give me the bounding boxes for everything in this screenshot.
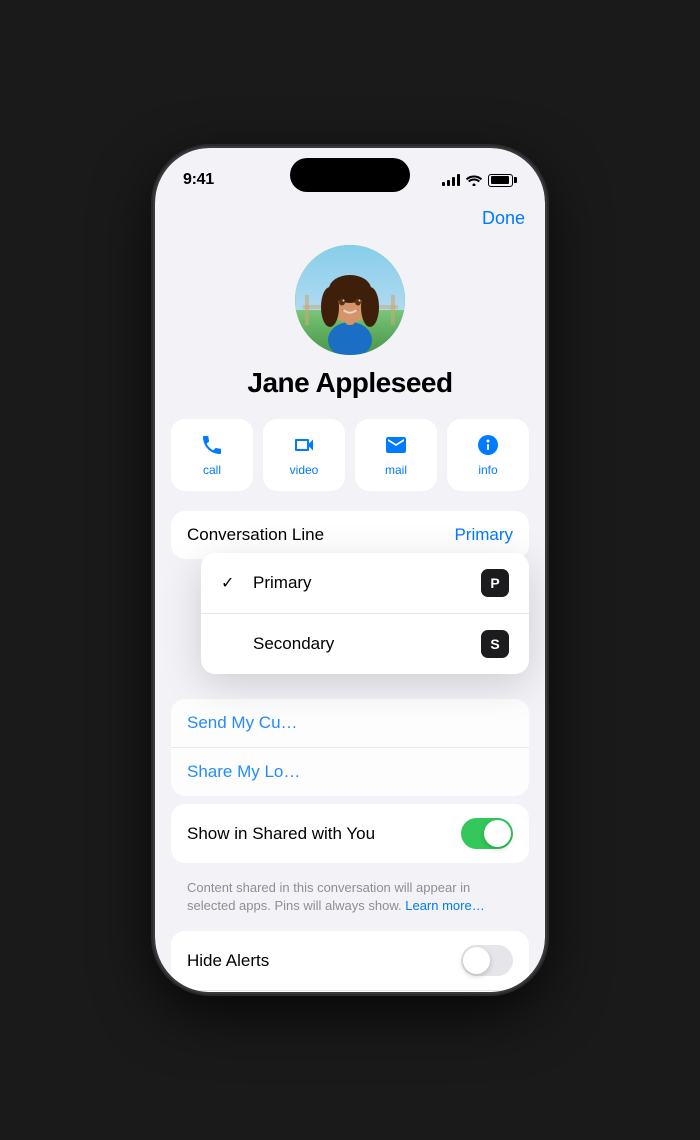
signal-icon xyxy=(442,174,460,186)
conversation-line-dropdown: ✓ Primary P ✓ Secondary xyxy=(201,553,529,674)
hide-alerts-label: Hide Alerts xyxy=(187,951,269,971)
video-icon xyxy=(292,433,316,457)
call-label: call xyxy=(203,463,221,477)
bottom-settings-group: Hide Alerts Send Read Receipts Share Foc… xyxy=(171,931,529,992)
helper-text: Content shared in this conversation will… xyxy=(171,871,529,931)
action-buttons-row: call video mail xyxy=(171,419,529,491)
content-area: Done xyxy=(155,198,545,992)
screen: 9:41 xyxy=(155,148,545,992)
dropdown-primary-item[interactable]: ✓ Primary P xyxy=(201,553,529,614)
video-label: video xyxy=(290,463,319,477)
hide-alerts-toggle[interactable] xyxy=(461,945,513,976)
video-button[interactable]: video xyxy=(263,419,345,491)
phone-frame: 9:41 xyxy=(155,148,545,992)
primary-label: Primary xyxy=(253,573,312,593)
secondary-label: Secondary xyxy=(253,634,334,654)
status-icons xyxy=(442,174,517,187)
status-time: 9:41 xyxy=(183,171,214,189)
avatar-section: Jane Appleseed xyxy=(171,245,529,399)
shared-with-you-toggle[interactable] xyxy=(461,818,513,849)
mail-icon xyxy=(384,433,408,457)
info-label: info xyxy=(478,463,497,477)
done-button-row: Done xyxy=(171,198,529,245)
send-card-row[interactable]: Send My Cu… xyxy=(171,699,529,748)
mail-button[interactable]: mail xyxy=(355,419,437,491)
primary-badge: P xyxy=(481,569,509,597)
battery-icon xyxy=(488,174,517,187)
hide-alerts-row: Hide Alerts xyxy=(171,931,529,991)
done-button[interactable]: Done xyxy=(482,208,525,229)
read-receipts-row: Send Read Receipts xyxy=(171,991,529,992)
dynamic-island xyxy=(290,158,410,192)
share-location-row[interactable]: Share My Lo… xyxy=(171,748,529,796)
conversation-line-row[interactable]: Conversation Line Primary xyxy=(171,511,529,559)
shared-with-you-row: Show in Shared with You xyxy=(171,804,529,863)
call-button[interactable]: call xyxy=(171,419,253,491)
dropdown-secondary-item[interactable]: ✓ Secondary S xyxy=(201,614,529,674)
share-location-label: Share My Lo… xyxy=(187,762,300,782)
secondary-badge: S xyxy=(481,630,509,658)
info-button[interactable]: info xyxy=(447,419,529,491)
info-icon xyxy=(476,433,500,457)
mail-label: mail xyxy=(385,463,407,477)
send-card-label: Send My Cu… xyxy=(187,713,298,733)
wifi-icon xyxy=(466,174,482,186)
blurred-rows: Send My Cu… Share My Lo… xyxy=(171,699,529,796)
shared-with-you-group: Show in Shared with You xyxy=(171,804,529,863)
contact-name: Jane Appleseed xyxy=(247,367,452,399)
shared-with-you-label: Show in Shared with You xyxy=(187,824,375,844)
conversation-line-container: Conversation Line Primary ✓ Primary P xyxy=(171,511,529,559)
avatar xyxy=(295,245,405,355)
conversation-line-label: Conversation Line xyxy=(187,525,324,545)
checkmark-icon: ✓ xyxy=(221,573,241,593)
learn-more-link[interactable]: Learn more… xyxy=(405,898,484,913)
conversation-line-value: Primary xyxy=(454,525,513,545)
phone-icon xyxy=(200,433,224,457)
